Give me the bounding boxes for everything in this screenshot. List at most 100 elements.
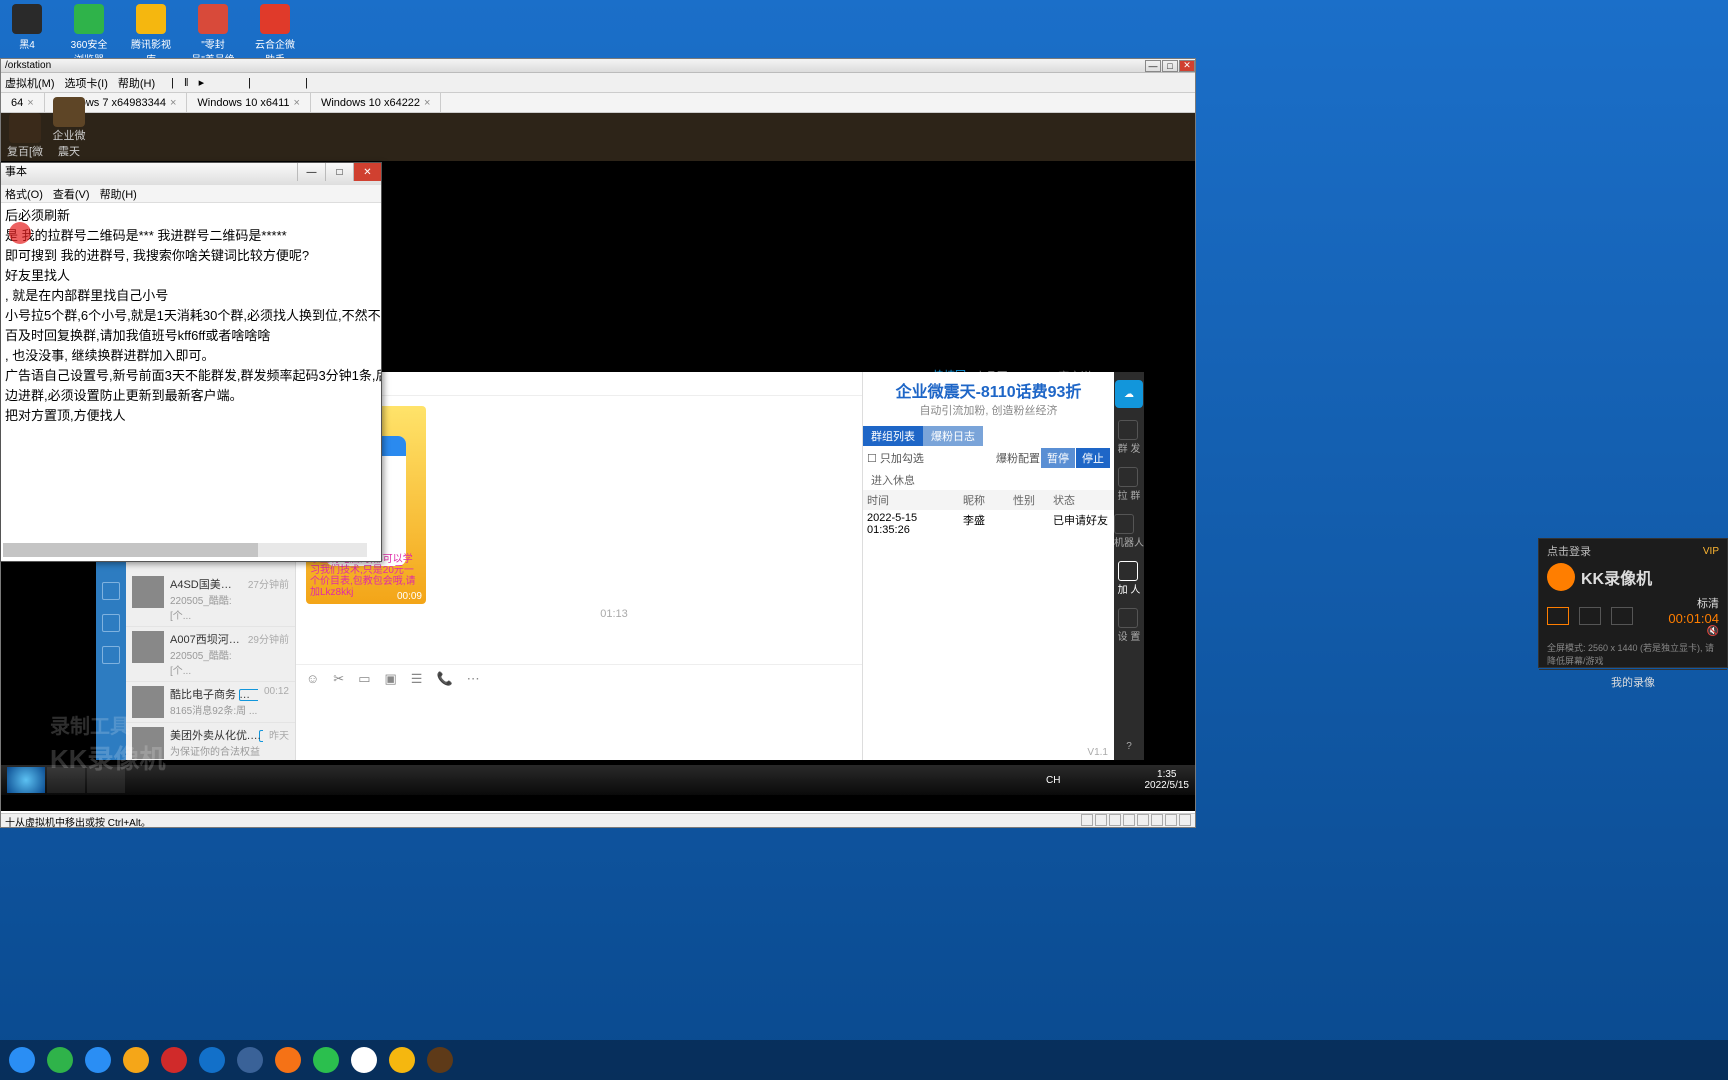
status-icon[interactable] [1095, 814, 1107, 826]
th-status: 状态 [1053, 492, 1110, 508]
mute-icon[interactable]: 🔇 [1668, 626, 1719, 637]
game-icon[interactable] [1611, 607, 1633, 625]
my-recordings-button[interactable]: 我的录像 [1539, 669, 1727, 694]
menu-vm[interactable]: 虚拟机(M) [5, 75, 55, 91]
maximize-button[interactable]: □ [1162, 60, 1178, 72]
close-button[interactable]: ✕ [353, 163, 381, 181]
scissors-icon[interactable]: ✂ [333, 671, 344, 687]
vip-badge: VIP [1703, 546, 1719, 557]
menu-help[interactable]: 帮助(H) [100, 186, 137, 202]
maximize-button[interactable]: □ [325, 163, 353, 181]
status-icon[interactable] [1151, 814, 1163, 826]
tab-group-list[interactable]: 群组列表 [863, 426, 923, 446]
nav-icon[interactable] [102, 582, 120, 600]
taskbar-app[interactable] [384, 1043, 420, 1077]
close-icon[interactable]: × [294, 97, 300, 109]
taskbar-app[interactable] [4, 1043, 40, 1077]
auto-controls: ☐ 只加勾选 爆粉配置 暂停 停止 [863, 446, 1114, 470]
menu-format[interactable]: 格式(O) [5, 186, 43, 202]
status-icon[interactable] [1081, 814, 1093, 826]
side-item[interactable]: 拉 群 [1118, 467, 1141, 502]
vmware-titlebar[interactable]: /orkstation — □ ✕ [1, 59, 1195, 73]
calendar-icon[interactable]: ☰ [411, 671, 423, 687]
vm-tab[interactable]: Windows 10 x6411× [187, 93, 311, 112]
guest-app-icon[interactable]: 企业微震天 [49, 97, 89, 159]
minimize-button[interactable]: — [1145, 60, 1161, 72]
table-row[interactable]: 2022-5-15 01:35:26 李盛 已申请好友 [863, 510, 1114, 538]
tray-icon[interactable] [1082, 774, 1094, 786]
status-icon[interactable] [1109, 814, 1121, 826]
horizontal-scrollbar[interactable] [3, 543, 367, 557]
close-icon[interactable]: × [27, 97, 33, 109]
start-button[interactable] [7, 767, 45, 793]
emoji-icon[interactable]: ☺ [306, 671, 319, 687]
guest-app-icon[interactable]: 复百[微 [5, 113, 45, 159]
nav-icon[interactable] [102, 646, 120, 664]
notepad-text-area[interactable]: 后必须刷新 是 我的拉群号二维码是*** 我进群号二维码是***** 即可搜到 … [1, 203, 381, 559]
pause-button[interactable]: ‖ [184, 77, 189, 89]
list-item[interactable]: A007西坝河刘...220505_酷酷:[个...29分钟前 [126, 627, 295, 682]
menu-help[interactable]: 帮助(H) [118, 75, 155, 91]
kk-info: 全屏模式: 2560 x 1440 (若是独立显卡), 请降低屏幕/游戏 [1539, 641, 1727, 667]
taskbar-app[interactable] [42, 1043, 78, 1077]
image-icon[interactable]: ▣ [384, 671, 396, 687]
status-icon[interactable] [1179, 814, 1191, 826]
screen-icon[interactable] [1547, 607, 1569, 625]
taskbar-app[interactable] [194, 1043, 230, 1077]
menu-tabs[interactable]: 选项卡(I) [65, 75, 108, 91]
taskbar-item[interactable] [47, 767, 85, 793]
ime-indicator[interactable]: CH [1046, 775, 1060, 786]
taskbar-app[interactable] [232, 1043, 268, 1077]
menu-view[interactable]: 查看(V) [53, 186, 90, 202]
taskbar-app[interactable] [346, 1043, 382, 1077]
tray-icon[interactable] [1127, 774, 1139, 786]
only-selected-checkbox[interactable]: ☐ 只加勾选 [867, 450, 995, 466]
taskbar-item[interactable] [87, 767, 125, 793]
close-icon[interactable]: × [170, 97, 176, 109]
status-icon[interactable] [1137, 814, 1149, 826]
send-button[interactable]: 发送(S) [296, 735, 932, 760]
side-item[interactable]: 设 置 [1118, 608, 1141, 643]
list-item[interactable]: A4SD国美永定... 好友220505_酷酷:[个...27分钟前 [126, 572, 295, 627]
nav-icon[interactable] [102, 614, 120, 632]
status-icon[interactable] [1123, 814, 1135, 826]
taskbar-app[interactable] [270, 1043, 306, 1077]
vmware-statusbar: 十从虚拟机中移出或按 Ctrl+Alt。 [1, 813, 1195, 827]
region-icon[interactable] [1579, 607, 1601, 625]
chat-input[interactable] [296, 693, 932, 735]
taskbar-app[interactable] [80, 1043, 116, 1077]
avatar [132, 727, 164, 759]
tray-icon[interactable] [1097, 774, 1109, 786]
list-item[interactable]: 酷比电子商务 全员8165消息92条:周 ...00:12 [126, 682, 295, 723]
close-icon[interactable]: × [424, 97, 430, 109]
pause-button[interactable]: 暂停 [1041, 448, 1075, 468]
stop-button[interactable]: 停止 [1076, 448, 1110, 468]
side-item[interactable]: 群 发 [1118, 420, 1141, 455]
vm-tab[interactable]: 64× [1, 93, 45, 112]
close-button[interactable]: ✕ [1179, 60, 1195, 72]
phone-icon[interactable]: 📞 [436, 671, 452, 687]
config-link[interactable]: 爆粉配置 [996, 450, 1040, 466]
taskbar-app[interactable] [118, 1043, 154, 1077]
chat-messages[interactable]: 家里有电脑的,都可以学习我们技术,只是20元一个价目表,包教包会哦,请加Lkz8… [296, 396, 932, 664]
taskbar-app[interactable] [422, 1043, 458, 1077]
vm-tab[interactable]: Windows 10 x64222× [311, 93, 442, 112]
status-icon[interactable] [1165, 814, 1177, 826]
tray-icon[interactable] [1067, 774, 1079, 786]
minimize-button[interactable]: — [297, 163, 325, 181]
help-icon[interactable]: ? [1126, 741, 1132, 752]
play-button[interactable]: ▸ [199, 76, 205, 89]
taskbar-clock[interactable]: 1:35 2022/5/15 [1145, 769, 1190, 791]
tray-icon[interactable] [1112, 774, 1124, 786]
side-item[interactable]: 加 人 [1118, 561, 1141, 596]
more-icon[interactable]: ⋯ [467, 671, 480, 687]
taskbar-app[interactable] [308, 1043, 344, 1077]
auto-logo-icon[interactable]: ☁ [1115, 380, 1143, 408]
login-link[interactable]: 点击登录 [1547, 543, 1591, 559]
list-item[interactable]: 美团外卖从化优... 好友为保证你的合法权益与 ...昨天 [126, 723, 295, 760]
tab-fan-log[interactable]: 爆粉日志 [923, 426, 983, 446]
taskbar-app[interactable] [156, 1043, 192, 1077]
folder-icon[interactable]: ▭ [358, 671, 370, 687]
notepad-titlebar[interactable]: 事本 — □ ✕ [1, 163, 381, 185]
side-item[interactable]: 机器人 [1114, 514, 1144, 549]
